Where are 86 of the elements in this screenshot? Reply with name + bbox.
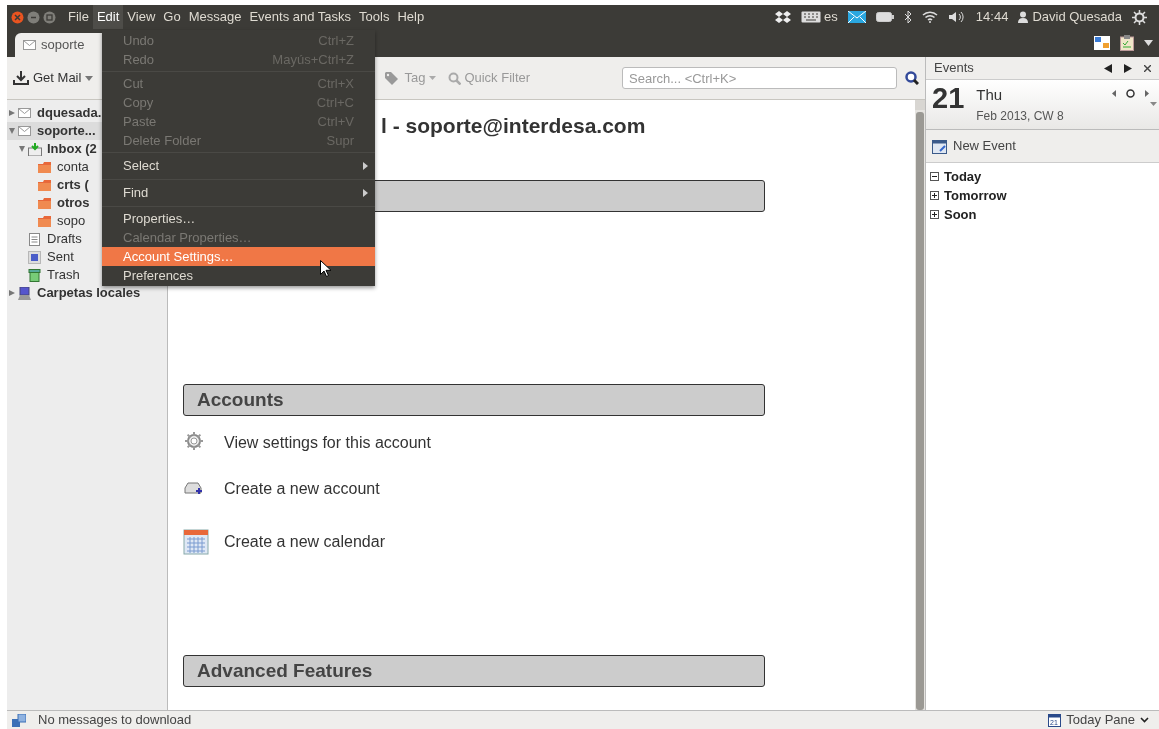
- day-number: 21: [932, 84, 965, 116]
- user-name[interactable]: David Quesada: [1032, 7, 1122, 27]
- minimize-icon[interactable]: [27, 10, 40, 24]
- previous-day-icon[interactable]: [1112, 89, 1116, 97]
- tag-icon: [385, 71, 401, 85]
- close-icon[interactable]: [1144, 64, 1151, 72]
- submenu-arrow-icon: [363, 162, 368, 170]
- submenu-arrow-icon: [363, 189, 368, 197]
- calendar-view-icon[interactable]: [1094, 36, 1110, 50]
- expand-arrow-icon[interactable]: [9, 110, 15, 116]
- inbox-icon: [28, 142, 42, 156]
- menu-item[interactable]: Edit: [92, 5, 124, 29]
- page-heading: l - soporte@interdesa.com: [381, 113, 646, 139]
- action-link[interactable]: Create a new account: [224, 477, 380, 501]
- volume-icon[interactable]: [947, 11, 966, 23]
- calendar-icon: [183, 529, 209, 555]
- folder-icon: [38, 178, 52, 192]
- folder-icon: [38, 196, 52, 210]
- box-icon[interactable]: [775, 10, 792, 24]
- event-group-toggle[interactable]: Soon: [930, 206, 1155, 223]
- search-icon[interactable]: [905, 71, 919, 85]
- network-icon: [12, 713, 26, 727]
- collapse-arrow-icon[interactable]: [19, 146, 25, 152]
- weekday: Thu: [976, 85, 1004, 105]
- search-icon: [448, 71, 462, 85]
- calendar-icon: [932, 138, 947, 154]
- clock[interactable]: 14:44: [975, 7, 1009, 27]
- keyboard-icon[interactable]: [801, 11, 822, 23]
- menu-item[interactable]: Find: [102, 182, 375, 204]
- document-icon: [28, 232, 42, 246]
- event-group-toggle[interactable]: Tomorrow: [930, 187, 1155, 204]
- maximize-icon[interactable]: [43, 10, 56, 24]
- get-mail-button[interactable]: Get Mail: [13, 68, 94, 88]
- pane-title: Events: [934, 59, 974, 78]
- folder-icon: [38, 160, 52, 174]
- chevron-down-icon: [1140, 717, 1149, 723]
- mail-icon[interactable]: [847, 11, 866, 23]
- menu-item[interactable]: Events and Tasks: [245, 5, 356, 29]
- envelope-icon: [23, 40, 36, 50]
- sent-icon: [28, 250, 42, 264]
- today-icon[interactable]: [1126, 88, 1135, 98]
- tab-label: soporte: [41, 36, 85, 55]
- previous-icon[interactable]: [1104, 63, 1112, 73]
- dropdown-icon[interactable]: [1144, 40, 1153, 46]
- menu-item[interactable]: Select: [102, 155, 375, 177]
- menu-item[interactable]: Message: [184, 5, 246, 29]
- bluetooth-icon[interactable]: [903, 10, 912, 24]
- next-day-icon[interactable]: [1145, 89, 1149, 97]
- next-icon[interactable]: [1124, 63, 1132, 73]
- collapse-arrow-icon[interactable]: [9, 128, 15, 134]
- section-header: Advanced Features: [183, 655, 765, 687]
- language-indicator[interactable]: es: [824, 7, 838, 27]
- dropdown-icon: [429, 76, 437, 80]
- menu-item[interactable]: File: [64, 5, 93, 29]
- wifi-icon[interactable]: [921, 11, 938, 23]
- menu-item[interactable]: Tools: [355, 5, 394, 29]
- mail-account-icon: [18, 124, 32, 138]
- section-header: Accounts: [183, 384, 765, 416]
- expand-arrow-icon[interactable]: [9, 290, 15, 296]
- month-week: Feb 2013, CW 8: [976, 107, 1064, 125]
- menu-item[interactable]: Go: [159, 5, 185, 29]
- event-group-toggle[interactable]: Today: [930, 168, 1155, 185]
- power-icon[interactable]: [1132, 9, 1147, 25]
- user-icon[interactable]: [1018, 11, 1029, 23]
- download-icon: [13, 71, 29, 85]
- status-message: No messages to download: [38, 711, 192, 729]
- action-link[interactable]: View settings for this account: [224, 431, 431, 455]
- new-event-button[interactable]: New Event: [926, 130, 1159, 163]
- folder-item[interactable]: Carpetas locales: [7, 284, 167, 302]
- mouse-cursor-icon: [320, 260, 331, 277]
- trash-icon: [28, 268, 42, 282]
- computer-icon: [18, 286, 32, 300]
- minus-box-icon: [930, 172, 939, 181]
- menu-item[interactable]: View: [123, 5, 160, 29]
- menu-item[interactable]: Properties…: [102, 209, 375, 228]
- mail-account-icon: [18, 106, 32, 120]
- menu-item[interactable]: Preferences: [102, 266, 375, 285]
- menu-item[interactable]: Help: [393, 5, 429, 29]
- plus-box-icon: [930, 191, 939, 200]
- search-field[interactable]: Search... <Ctrl+K>: [622, 67, 897, 89]
- clipboard-icon[interactable]: [1120, 35, 1134, 51]
- dropdown-icon: [85, 75, 94, 81]
- plus-box-icon: [930, 210, 939, 219]
- action-link[interactable]: Create a new calendar: [224, 530, 385, 554]
- folder-icon: [38, 214, 52, 228]
- battery-icon[interactable]: [875, 12, 894, 22]
